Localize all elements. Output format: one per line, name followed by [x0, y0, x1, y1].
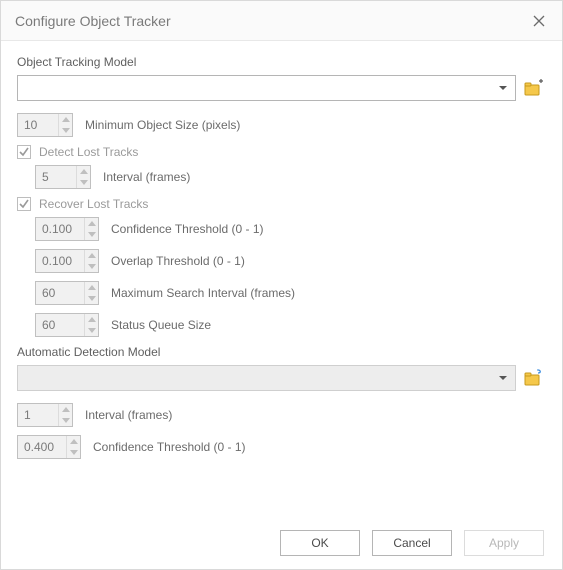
recover-overlap-spinner[interactable]	[35, 249, 99, 273]
chevron-down-icon	[499, 86, 507, 90]
spin-up-button[interactable]	[67, 436, 80, 447]
recover-conf-label: Confidence Threshold (0 - 1)	[111, 222, 264, 236]
dialog: Configure Object Tracker Object Tracking…	[0, 0, 563, 570]
chevron-down-icon	[499, 376, 507, 380]
spin-buttons	[84, 282, 98, 304]
recover-lost-group: Confidence Threshold (0 - 1) Overlap Thr…	[17, 217, 546, 337]
titlebar: Configure Object Tracker	[1, 1, 562, 41]
recover-lost-row: Recover Lost Tracks	[17, 197, 546, 211]
recover-maxsearch-spinner[interactable]	[35, 281, 99, 305]
dialog-footer: OK Cancel Apply	[1, 517, 562, 569]
dialog-body: Object Tracking Model	[1, 41, 562, 517]
auto-conf-label: Confidence Threshold (0 - 1)	[93, 440, 246, 454]
detect-lost-checkbox[interactable]	[17, 145, 31, 159]
apply-button[interactable]: Apply	[464, 530, 544, 556]
auto-interval-row: Interval (frames)	[17, 403, 546, 427]
close-icon	[533, 15, 545, 27]
recover-maxsearch-input[interactable]	[36, 282, 84, 304]
folder-open-icon	[524, 369, 544, 387]
spin-down-button[interactable]	[77, 177, 90, 188]
close-button[interactable]	[526, 8, 552, 34]
recover-conf-input[interactable]	[36, 218, 84, 240]
spin-buttons	[66, 436, 80, 458]
spin-buttons	[58, 404, 72, 426]
detect-interval-input[interactable]	[36, 166, 76, 188]
recover-conf-spinner[interactable]	[35, 217, 99, 241]
spin-buttons	[84, 314, 98, 336]
auto-conf-row: Confidence Threshold (0 - 1)	[17, 435, 546, 459]
recover-statusq-label: Status Queue Size	[111, 318, 211, 332]
detect-interval-spinner[interactable]	[35, 165, 91, 189]
recover-lost-label: Recover Lost Tracks	[39, 197, 148, 211]
recover-maxsearch-label: Maximum Search Interval (frames)	[111, 286, 295, 300]
spin-down-button[interactable]	[85, 229, 98, 240]
min-object-size-row: Minimum Object Size (pixels)	[17, 113, 546, 137]
min-object-size-spinner[interactable]	[17, 113, 73, 137]
check-icon	[19, 147, 29, 157]
spin-up-button[interactable]	[85, 282, 98, 293]
spin-down-button[interactable]	[85, 293, 98, 304]
spin-down-button[interactable]	[85, 325, 98, 336]
cancel-button[interactable]: Cancel	[372, 530, 452, 556]
spin-up-button[interactable]	[85, 250, 98, 261]
auto-interval-input[interactable]	[18, 404, 58, 426]
detect-interval-label: Interval (frames)	[103, 170, 190, 184]
recover-maxsearch-row: Maximum Search Interval (frames)	[35, 281, 546, 305]
recover-overlap-input[interactable]	[36, 250, 84, 272]
recover-statusq-row: Status Queue Size	[35, 313, 546, 337]
spin-up-button[interactable]	[59, 404, 72, 415]
spin-up-button[interactable]	[59, 114, 72, 125]
auto-interval-spinner[interactable]	[17, 403, 73, 427]
recover-overlap-row: Overlap Threshold (0 - 1)	[35, 249, 546, 273]
auto-detect-model-row	[17, 365, 546, 391]
spin-up-button[interactable]	[85, 314, 98, 325]
min-object-size-label: Minimum Object Size (pixels)	[85, 118, 240, 132]
auto-detect-label: Automatic Detection Model	[17, 345, 546, 359]
browse-model-button[interactable]	[522, 76, 546, 100]
spin-down-button[interactable]	[85, 261, 98, 272]
recover-statusq-input[interactable]	[36, 314, 84, 336]
auto-interval-label: Interval (frames)	[85, 408, 172, 422]
min-object-size-input[interactable]	[18, 114, 58, 136]
recover-conf-row: Confidence Threshold (0 - 1)	[35, 217, 546, 241]
spin-buttons	[58, 114, 72, 136]
detect-interval-row: Interval (frames)	[17, 165, 546, 189]
spin-buttons	[84, 250, 98, 272]
spin-buttons	[76, 166, 90, 188]
auto-conf-input[interactable]	[18, 436, 66, 458]
auto-conf-spinner[interactable]	[17, 435, 81, 459]
tracking-model-label: Object Tracking Model	[17, 55, 546, 69]
spin-up-button[interactable]	[85, 218, 98, 229]
spin-down-button[interactable]	[59, 125, 72, 136]
spin-up-button[interactable]	[77, 166, 90, 177]
auto-detect-dropdown[interactable]	[17, 365, 516, 391]
check-icon	[19, 199, 29, 209]
detect-lost-label: Detect Lost Tracks	[39, 145, 138, 159]
browse-detection-button[interactable]	[522, 366, 546, 390]
tracking-model-dropdown[interactable]	[17, 75, 516, 101]
detect-lost-row: Detect Lost Tracks	[17, 145, 546, 159]
tracking-model-row	[17, 75, 546, 101]
ok-button[interactable]: OK	[280, 530, 360, 556]
recover-statusq-spinner[interactable]	[35, 313, 99, 337]
model-plus-icon	[524, 79, 544, 97]
spin-down-button[interactable]	[67, 447, 80, 458]
recover-overlap-label: Overlap Threshold (0 - 1)	[111, 254, 245, 268]
recover-lost-checkbox[interactable]	[17, 197, 31, 211]
spin-buttons	[84, 218, 98, 240]
spin-down-button[interactable]	[59, 415, 72, 426]
dialog-title: Configure Object Tracker	[15, 13, 171, 29]
